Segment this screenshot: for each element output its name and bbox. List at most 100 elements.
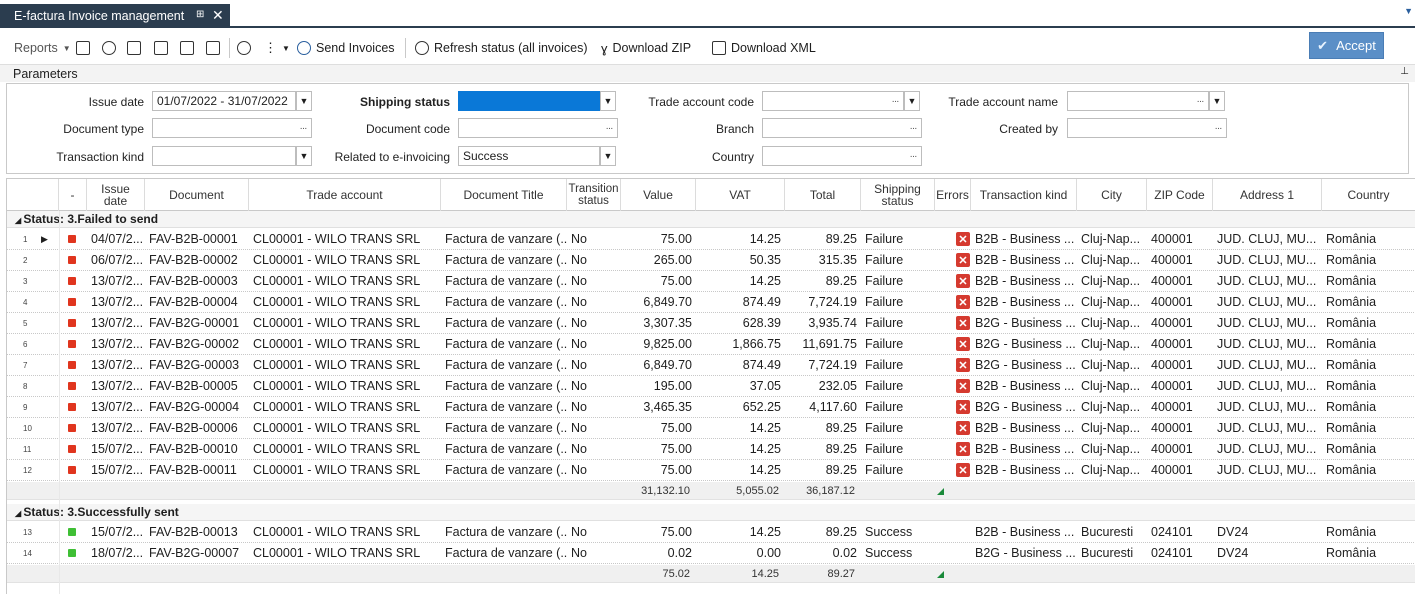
ellipsis-icon[interactable]: ··· xyxy=(887,92,903,110)
table-row[interactable]: 9 13/07/2... FAV-B2G-00004 CL00001 - WILO T… xyxy=(7,397,1415,418)
find-document-button[interactable] xyxy=(102,39,116,57)
pin-icon[interactable]: ⊥ xyxy=(1400,66,1409,77)
column-header-trade-account[interactable]: Trade account xyxy=(249,179,441,211)
error-icon[interactable]: ✕ xyxy=(956,379,970,393)
trade-account-code-dropdown[interactable]: ▼ xyxy=(904,91,920,111)
trade-account-code-field[interactable] xyxy=(762,91,904,111)
column-header-issue-date[interactable]: Issue date xyxy=(87,179,145,211)
column-header-shipping-status[interactable]: Shipping status xyxy=(861,179,935,211)
error-icon[interactable]: ✕ xyxy=(956,358,970,372)
error-icon[interactable]: ✕ xyxy=(956,442,970,456)
cell-title: Factura de vanzare (... xyxy=(445,253,567,267)
shipping-status-field[interactable] xyxy=(458,91,600,111)
download-zip-button[interactable]: ɣ Download ZIP xyxy=(601,39,691,57)
ellipsis-icon[interactable]: ··· xyxy=(1192,92,1208,110)
shipping-status-dropdown[interactable]: ▼ xyxy=(600,91,616,111)
error-icon[interactable]: ✕ xyxy=(956,400,970,414)
table-row[interactable]: 12 15/07/2... FAV-B2B-00011 CL00001 - WILO … xyxy=(7,460,1415,481)
group-header[interactable]: ◢ Status: 3.Failed to send xyxy=(7,211,1415,228)
table-row[interactable]: 3 13/07/2... FAV-B2B-00003 CL00001 - WILO T… xyxy=(7,271,1415,292)
error-icon[interactable]: ✕ xyxy=(956,463,970,477)
column-header-value[interactable]: Value xyxy=(621,179,696,211)
column-header-document-title[interactable]: Document Title xyxy=(441,179,567,211)
email-button[interactable] xyxy=(237,39,251,57)
copy-button[interactable] xyxy=(154,39,168,57)
cell-ship: Failure xyxy=(865,463,904,477)
column-header-errors[interactable]: Errors xyxy=(935,179,971,211)
column-header-document[interactable]: Document xyxy=(145,179,249,211)
table-row[interactable]: 14 18/07/2... FAV-B2G-00007 CL00001 - WILO … xyxy=(7,543,1415,564)
pin-icon[interactable]: ⊞ xyxy=(196,9,204,20)
ellipsis-icon[interactable]: ··· xyxy=(1210,119,1226,137)
ellipsis-icon[interactable]: ··· xyxy=(905,147,921,165)
table-row[interactable]: 13 15/07/2... FAV-B2B-00013 CL00001 - WILO … xyxy=(7,522,1415,543)
document-code-field[interactable] xyxy=(458,118,618,138)
export-button[interactable] xyxy=(206,39,220,57)
summary-vat: 14.25 xyxy=(751,568,779,580)
tab-menu-chevron-icon[interactable]: ▼ xyxy=(1404,6,1413,16)
country-field[interactable] xyxy=(762,146,922,166)
transaction-kind-dropdown[interactable]: ▼ xyxy=(296,146,312,166)
related-einvoicing-field[interactable]: Success xyxy=(458,146,600,166)
error-icon[interactable]: ✕ xyxy=(956,232,970,246)
table-row[interactable]: 10 13/07/2... FAV-B2B-00006 CL00001 - WILO … xyxy=(7,418,1415,439)
accept-button[interactable]: ✔ Accept xyxy=(1309,32,1384,59)
table-row[interactable]: 1 ▶ 04/07/2... FAV-B2B-00001 CL00001 - WILO … xyxy=(7,229,1415,250)
chart-button[interactable] xyxy=(127,39,141,57)
cell-total: 7,724.19 xyxy=(808,295,857,309)
ellipsis-icon[interactable]: ··· xyxy=(905,119,921,137)
preview-document-button[interactable] xyxy=(76,39,90,57)
more-options-button[interactable]: ⋮ ▼ xyxy=(264,39,290,57)
column-header-transition-status[interactable]: Transition status xyxy=(567,179,621,211)
table-row[interactable]: 11 15/07/2... FAV-B2B-00010 CL00001 - WILO … xyxy=(7,439,1415,460)
trade-account-name-dropdown[interactable]: ▼ xyxy=(1209,91,1225,111)
save-button[interactable] xyxy=(180,39,194,57)
group-label: Status: 3.Successfully sent xyxy=(23,505,179,519)
column-header-address[interactable]: Address 1 xyxy=(1213,179,1322,211)
error-icon[interactable]: ✕ xyxy=(956,253,970,267)
group-footer-summary: 31,132.10 5,055.02 36,187.12 xyxy=(7,482,1415,500)
related-einvoicing-dropdown[interactable]: ▼ xyxy=(600,146,616,166)
column-header-zip-code[interactable]: ZIP Code xyxy=(1147,179,1213,211)
error-icon[interactable]: ✕ xyxy=(956,295,970,309)
parameters-header[interactable]: Parameters ⊥ xyxy=(0,64,1415,82)
branch-field[interactable] xyxy=(762,118,922,138)
table-row[interactable]: 8 13/07/2... FAV-B2B-00005 CL00001 - WILO T… xyxy=(7,376,1415,397)
document-type-field[interactable] xyxy=(152,118,312,138)
ellipsis-icon[interactable]: ··· xyxy=(601,119,617,137)
table-row[interactable]: 2 06/07/2... FAV-B2B-00002 CL00001 - WILO T… xyxy=(7,250,1415,271)
column-header-country[interactable]: Country xyxy=(1322,179,1415,211)
column-header-transaction-kind[interactable]: Transaction kind xyxy=(971,179,1077,211)
transaction-kind-field[interactable] xyxy=(152,146,296,166)
column-header-total[interactable]: Total xyxy=(785,179,861,211)
download-xml-button[interactable]: Download XML xyxy=(712,39,816,57)
error-icon[interactable]: ✕ xyxy=(956,316,970,330)
send-invoices-button[interactable]: Send Invoices xyxy=(297,39,395,57)
error-icon[interactable]: ✕ xyxy=(956,421,970,435)
table-row[interactable]: 5 13/07/2... FAV-B2G-00001 CL00001 - WILO T… xyxy=(7,313,1415,334)
tab-efactura[interactable]: E-factura Invoice management ⊞ ✕ xyxy=(0,4,230,28)
issue-date-field[interactable]: 01/07/2022 - 31/07/2022 xyxy=(152,91,296,111)
error-icon[interactable]: ✕ xyxy=(956,337,970,351)
chevron-down-icon: ▼ xyxy=(907,96,917,106)
column-header-minus[interactable]: - xyxy=(59,179,87,211)
cell-trans: No xyxy=(571,253,587,267)
invoice-grid[interactable]: - Issue date Document Trade account Document… xyxy=(6,178,1415,594)
table-row[interactable]: 7 13/07/2... FAV-B2G-00003 CL00001 - WILO T… xyxy=(7,355,1415,376)
error-icon[interactable]: ✕ xyxy=(956,274,970,288)
close-icon[interactable]: ✕ xyxy=(212,7,224,24)
created-by-field[interactable] xyxy=(1067,118,1227,138)
refresh-status-button[interactable]: Refresh status (all invoices) xyxy=(415,39,588,57)
column-header-city[interactable]: City xyxy=(1077,179,1147,211)
reports-menu[interactable]: Reports ▼ xyxy=(14,39,71,57)
cell-vat: 14.25 xyxy=(749,274,781,288)
issue-date-dropdown[interactable]: ▼ xyxy=(296,91,312,111)
trade-account-name-field[interactable] xyxy=(1067,91,1209,111)
group-header[interactable]: ◢ Status: 3.Successfully sent xyxy=(7,504,1415,521)
document-type-label: Document type xyxy=(63,122,144,136)
ellipsis-icon[interactable]: ··· xyxy=(295,119,311,137)
column-header-vat[interactable]: VAT xyxy=(696,179,785,211)
cell-date: 15/07/2... xyxy=(91,525,144,539)
table-row[interactable]: 6 13/07/2... FAV-B2G-00002 CL00001 - WILO T… xyxy=(7,334,1415,355)
table-row[interactable]: 4 13/07/2... FAV-B2B-00004 CL00001 - WILO T… xyxy=(7,292,1415,313)
